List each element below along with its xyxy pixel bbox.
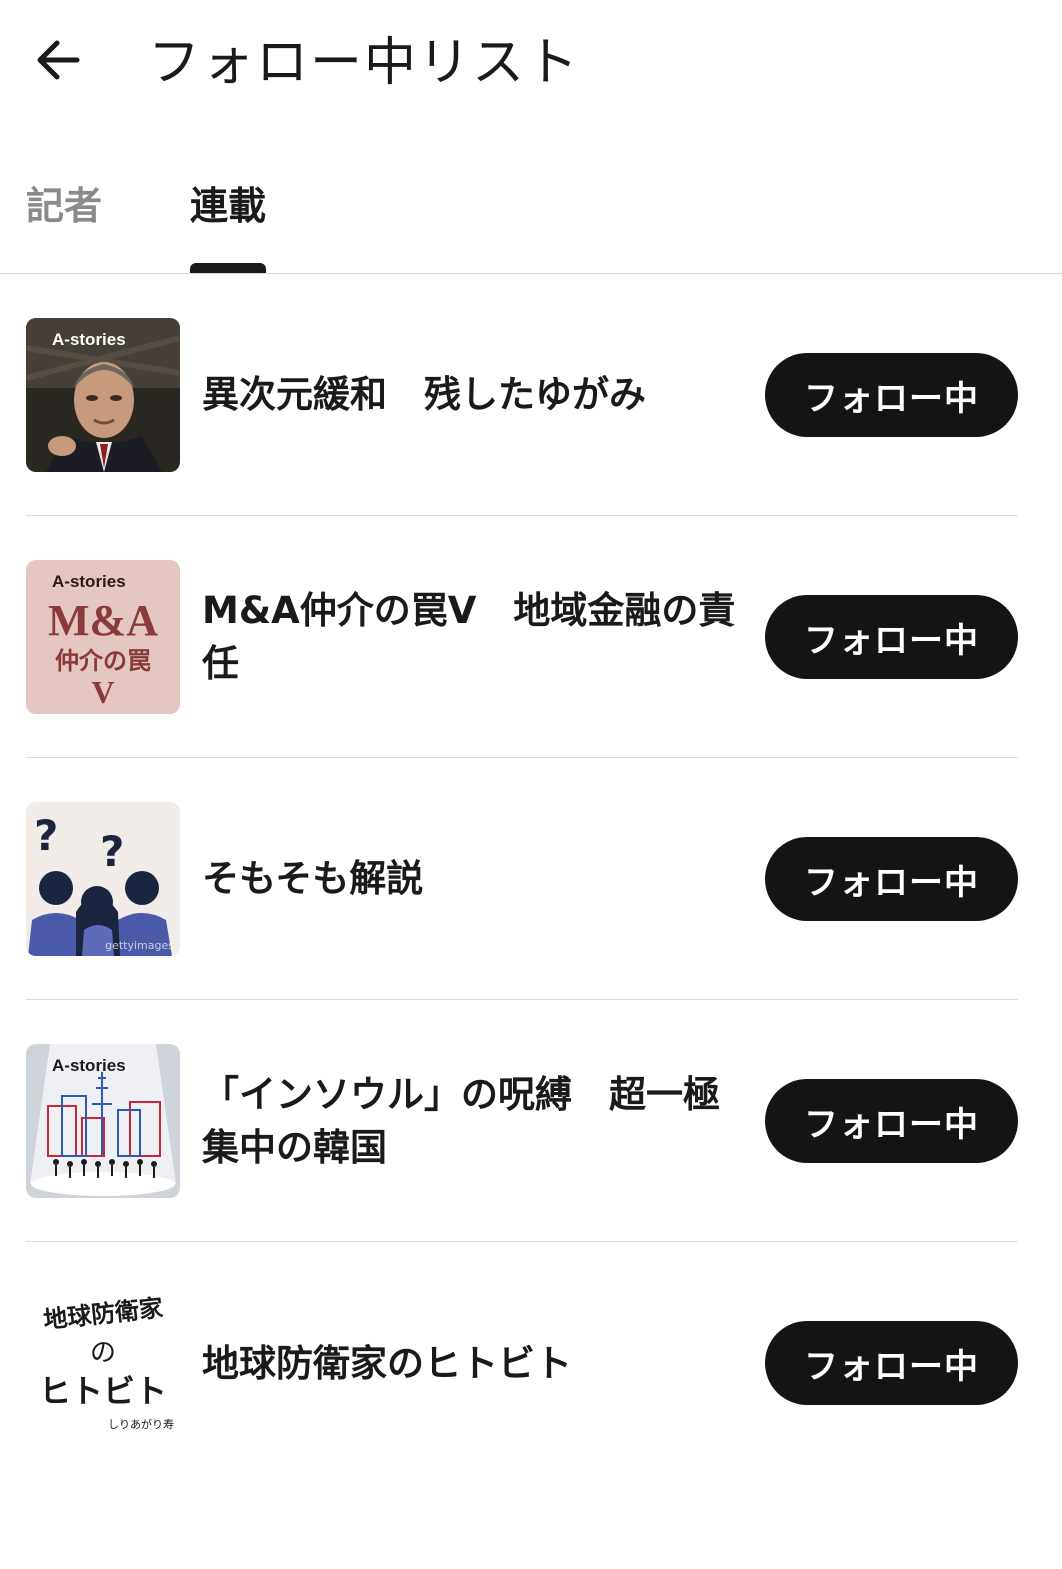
- a-stories-label: A-stories: [52, 1056, 126, 1075]
- thumb-handwritten-line-3: ヒトビト: [38, 1372, 167, 1410]
- arrow-left-icon: [37, 40, 80, 80]
- following-button[interactable]: フォロー中: [765, 595, 1018, 679]
- series-thumbnail: A-stories: [26, 318, 180, 472]
- list-item[interactable]: A-stories 異次元緩和 残したゆがみ フォロー中: [26, 274, 1018, 516]
- thumb-text-trap: 仲介の罠: [55, 647, 151, 675]
- back-button[interactable]: [26, 28, 90, 92]
- series-title: 異次元緩和 残したゆがみ: [202, 373, 646, 416]
- series-title: M&A仲介の罠V 地域金融の責任: [202, 588, 736, 685]
- svg-text:?: ?: [100, 827, 124, 876]
- series-title: 「インソウル」の呪縛 超一極集中の韓国: [202, 1072, 720, 1169]
- following-button[interactable]: フォロー中: [765, 1321, 1018, 1405]
- svg-text:?: ?: [34, 811, 58, 860]
- app-header: フォロー中リスト: [0, 0, 1062, 130]
- thumb-handwritten-line-2: の: [89, 1338, 116, 1368]
- series-thumbnail: 地球防衛家 の ヒトビト しりあがり寿: [26, 1286, 180, 1440]
- list-item[interactable]: ? ? gettyimages そもそも解説 フォロー中: [26, 758, 1018, 1000]
- list-item[interactable]: A-stories M&A 仲介の罠 V M&A仲介の罠V 地域金融の責任 フォ…: [26, 516, 1018, 758]
- series-title: そもそも解説: [202, 857, 424, 900]
- series-title: 地球防衛家のヒトビト: [202, 1341, 572, 1385]
- thumb-text-v: V: [91, 674, 115, 710]
- thumb-text-ma: M&A: [48, 596, 158, 645]
- thumb-handwritten-line-4: しりあがり寿: [108, 1418, 174, 1431]
- page-title: フォロー中リスト: [148, 33, 581, 93]
- a-stories-label: A-stories: [52, 572, 126, 591]
- getty-watermark: gettyimages: [105, 939, 174, 952]
- active-tab-indicator: [190, 263, 266, 273]
- tab-reporters[interactable]: 記者: [26, 180, 102, 232]
- tab-series[interactable]: 連載: [190, 180, 266, 232]
- series-thumbnail: ? ? gettyimages: [26, 802, 180, 956]
- following-button[interactable]: フォロー中: [765, 1079, 1018, 1163]
- following-button[interactable]: フォロー中: [765, 353, 1018, 437]
- list-item[interactable]: 地球防衛家 の ヒトビト しりあがり寿 地球防衛家のヒトビト フォロー中: [26, 1242, 1018, 1484]
- followed-series-list: A-stories 異次元緩和 残したゆがみ フォロー中 A-stories M…: [26, 274, 1018, 1484]
- following-button[interactable]: フォロー中: [765, 837, 1018, 921]
- tab-bar: 記者 連載: [0, 160, 1062, 274]
- list-item[interactable]: A-stories 「インソウル」の呪縛 超一極集中の韓国 フォロー中: [26, 1000, 1018, 1242]
- thumb-handwritten-line-1: 地球防衛家: [42, 1293, 165, 1335]
- a-stories-label: A-stories: [52, 330, 126, 349]
- series-thumbnail: A-stories M&A 仲介の罠 V: [26, 560, 180, 714]
- series-thumbnail: A-stories: [26, 1044, 180, 1198]
